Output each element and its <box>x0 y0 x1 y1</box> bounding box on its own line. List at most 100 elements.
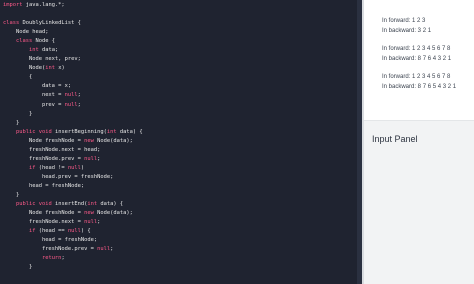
code-line: public void insertBeginning(int data) { <box>3 128 143 137</box>
code-token: ; <box>97 155 101 162</box>
code-keyword: null <box>97 246 111 253</box>
code-token: insertEnd( <box>51 201 88 208</box>
code-token: insertBeginning( <box>51 128 107 135</box>
code-keyword: import <box>3 2 23 8</box>
input-panel[interactable]: Input Panel <box>364 120 474 284</box>
code-token: } <box>3 264 33 271</box>
code-line: class Node { <box>3 37 143 46</box>
code-token: head = freshNode; <box>3 182 85 189</box>
code-token: data) { <box>116 128 143 135</box>
code-token: (head == <box>35 228 68 235</box>
code-line: head.prev = freshNode; <box>3 173 143 182</box>
code-keyword: class <box>3 20 20 27</box>
code-line: Node(int x) <box>3 64 143 73</box>
code-keyword: null <box>84 219 98 226</box>
code-line: Node next, prev; <box>3 55 143 64</box>
code-keyword: public <box>15 128 36 135</box>
code-line: class DoublyLinkedList { <box>3 19 143 28</box>
code-token: java.lang.*; <box>22 2 65 8</box>
output-line: In backward: 8 7 6 5 4 3 2 1 <box>382 84 457 90</box>
code-token: next = <box>3 92 65 99</box>
code-keyword: null <box>64 92 78 99</box>
code-line: } <box>3 110 143 119</box>
code-token: ; <box>77 92 81 99</box>
output-line: In forward: 1 2 3 4 5 6 7 8 <box>382 46 451 52</box>
code-token: Node( <box>3 65 46 72</box>
code-keyword: new <box>84 210 94 217</box>
code-token: ; <box>97 219 101 226</box>
code-content[interactable]: import java.lang.*; class DoublyLinkedLis… <box>3 1 143 272</box>
code-line: Node freshNode = new Node(data); <box>3 137 143 146</box>
code-token: Node head; <box>3 29 49 36</box>
code-line: } <box>3 191 143 200</box>
code-line: } <box>3 119 143 128</box>
code-keyword: class <box>15 38 33 45</box>
code-token: freshNode.prev = <box>3 155 85 162</box>
code-token: freshNode.next = head; <box>3 146 101 153</box>
code-line: public void insertEnd(int data) { <box>3 200 143 209</box>
code-token: } <box>3 191 20 198</box>
code-token: (head != <box>35 164 68 171</box>
code-line: freshNode.prev = null; <box>3 155 143 164</box>
code-keyword: void <box>38 128 52 135</box>
code-keyword: void <box>38 201 52 208</box>
code-line: return; <box>3 254 143 263</box>
code-token: Node(data); <box>93 210 133 217</box>
code-token: head.prev = freshNode; <box>3 173 114 180</box>
output-line: In backward: 3 2 1 <box>382 28 432 34</box>
code-line: prev = null; <box>3 101 143 110</box>
code-token: prev = <box>3 101 65 108</box>
code-keyword: null <box>67 164 81 171</box>
code-token: ; <box>110 246 114 253</box>
code-token: Node next, prev; <box>3 56 81 63</box>
code-line: freshNode.prev = null; <box>3 245 143 254</box>
code-keyword: int <box>87 201 98 208</box>
code-token: Node(data); <box>93 137 133 144</box>
code-token: Node freshNode = <box>3 137 85 144</box>
output-line: In forward: 1 2 3 <box>382 18 426 24</box>
code-keyword: new <box>84 137 94 144</box>
code-token: DoublyLinkedList { <box>19 20 81 27</box>
code-token: data; <box>38 47 59 54</box>
code-keyword: int <box>106 128 117 135</box>
code-token: ) <box>80 164 85 171</box>
code-token: } <box>3 119 20 126</box>
output-line: In backward: 8 7 6 4 3 2 1 <box>382 56 452 62</box>
code-token: head = freshNode; <box>3 237 98 244</box>
code-token: Node freshNode = <box>3 210 85 217</box>
code-token: x) <box>54 65 65 72</box>
code-line: Node freshNode = new Node(data); <box>3 209 143 218</box>
code-line: int data; <box>3 46 143 55</box>
code-line: freshNode.next = head; <box>3 146 143 155</box>
code-line: freshNode.next = null; <box>3 218 143 227</box>
code-keyword: null <box>84 155 98 162</box>
code-line: head = freshNode; <box>3 236 143 245</box>
code-token: ) { <box>80 228 91 235</box>
right-panel: In forward: 1 2 3 In backward: 3 2 1 In … <box>364 0 474 284</box>
code-token: data) { <box>97 201 124 208</box>
input-panel-title: Input Panel <box>372 134 418 144</box>
code-line: import java.lang.*; <box>3 1 143 10</box>
output-panel: In forward: 1 2 3 In backward: 3 2 1 In … <box>364 0 474 120</box>
code-editor[interactable]: import java.lang.*; class DoublyLinkedLis… <box>0 0 362 284</box>
code-line: data = x; <box>3 82 143 91</box>
code-keyword: int <box>45 65 55 72</box>
code-token: ; <box>61 255 65 262</box>
code-line: } <box>3 263 143 272</box>
code-keyword: return <box>41 255 62 262</box>
code-line: { <box>3 73 143 82</box>
code-line: if (head != null) <box>3 164 143 173</box>
code-line: next = null; <box>3 91 143 100</box>
code-token: Node { <box>32 38 55 45</box>
code-line: if (head == null) { <box>3 227 143 236</box>
code-keyword: public <box>15 201 36 208</box>
code-keyword: null <box>64 101 78 108</box>
